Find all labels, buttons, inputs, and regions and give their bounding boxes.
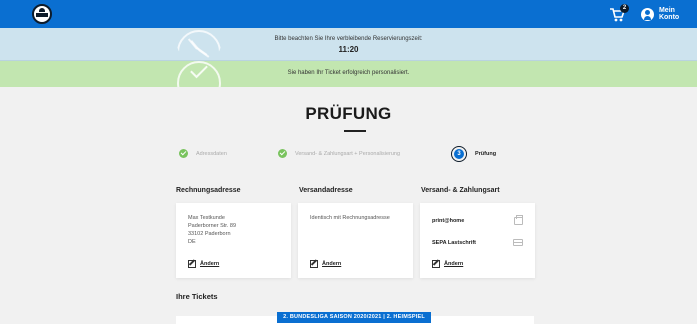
edit-payment-link[interactable]: Ändern xyxy=(432,260,463,268)
edit-billing-link[interactable]: Ändern xyxy=(188,260,219,268)
edit-icon xyxy=(188,260,196,268)
account-label: Mein Konto xyxy=(658,7,680,21)
shipping-heading: Versandadresse xyxy=(299,187,353,194)
payment-method: SEPA Lastschrift xyxy=(432,239,477,246)
payment-heading: Versand- & Zahlungsart xyxy=(421,187,500,194)
step-number: 3 xyxy=(454,149,464,159)
ticket-event-banner: 2. BUNDESLIGA SAISON 2020/2021 | 2. HEIM… xyxy=(277,312,431,323)
shipping-method-row: print@home xyxy=(432,215,523,225)
address-line: Paderborner Str. 89 xyxy=(188,223,237,229)
check-icon xyxy=(278,149,287,158)
step-number-badge: 3 xyxy=(451,146,467,162)
timer-message: Bitte beachten Sie Ihre verbleibende Res… xyxy=(274,36,423,42)
payment-method-row: SEPA Lastschrift xyxy=(432,239,523,246)
edit-label: Ändern xyxy=(200,261,220,267)
step-label: Prüfung xyxy=(475,151,497,157)
address-line: 33102 Paderborn xyxy=(188,231,231,237)
billing-address-card: Max Testkunde Paderborner Str. 89 33102 … xyxy=(176,203,291,278)
check-circle-icon xyxy=(177,61,221,87)
edit-label: Ändern xyxy=(444,261,464,267)
club-logo-icon[interactable] xyxy=(32,4,52,24)
edit-icon xyxy=(310,260,318,268)
clock-icon xyxy=(177,28,221,61)
edit-icon xyxy=(432,260,440,268)
address-line: Max Testkunde xyxy=(188,215,225,221)
title-divider xyxy=(344,130,366,132)
step-review: 3 Prüfung xyxy=(451,146,496,162)
step-label: Adressdaten xyxy=(196,150,227,157)
step-label: Versand- & Zahlungsart + Personalisierun… xyxy=(295,150,401,157)
reservation-timer-banner: Bitte beachten Sie Ihre verbleibende Res… xyxy=(0,28,697,61)
edit-label: Ändern xyxy=(322,261,342,267)
shipping-method: print@home xyxy=(432,218,465,224)
shipping-address-text: Identisch mit Rechnungsadresse xyxy=(310,215,390,221)
billing-heading: Rechnungsadresse xyxy=(176,187,241,194)
address-line: DE xyxy=(188,239,196,245)
top-nav-bar: 2 Mein Konto xyxy=(0,0,697,28)
success-banner: Sie haben Ihr Ticket erfolgreich persona… xyxy=(0,61,697,87)
credit-card-icon xyxy=(513,239,523,246)
check-icon xyxy=(179,149,188,158)
tickets-heading: Ihre Tickets xyxy=(176,292,218,301)
user-icon xyxy=(641,7,654,21)
payment-method-card: print@home SEPA Lastschrift Ändern xyxy=(420,203,535,278)
edit-shipping-link[interactable]: Ändern xyxy=(310,260,341,268)
cart-count-badge: 2 xyxy=(620,4,629,13)
success-message: Sie haben Ihr Ticket erfolgreich persona… xyxy=(287,70,410,76)
billing-address: Max Testkunde Paderborner Str. 89 33102 … xyxy=(188,214,236,246)
timer-value: 11:20 xyxy=(338,45,359,54)
shipping-address-card: Identisch mit Rechnungsadresse Ändern xyxy=(298,203,413,278)
step-shipping-payment[interactable]: Versand- & Zahlungsart + Personalisierun… xyxy=(278,149,400,158)
page-title: PRÜFUNG xyxy=(305,104,392,123)
printer-icon xyxy=(514,215,523,225)
account-button[interactable]: Mein Konto xyxy=(641,7,697,21)
step-address[interactable]: Adressdaten xyxy=(179,149,227,158)
